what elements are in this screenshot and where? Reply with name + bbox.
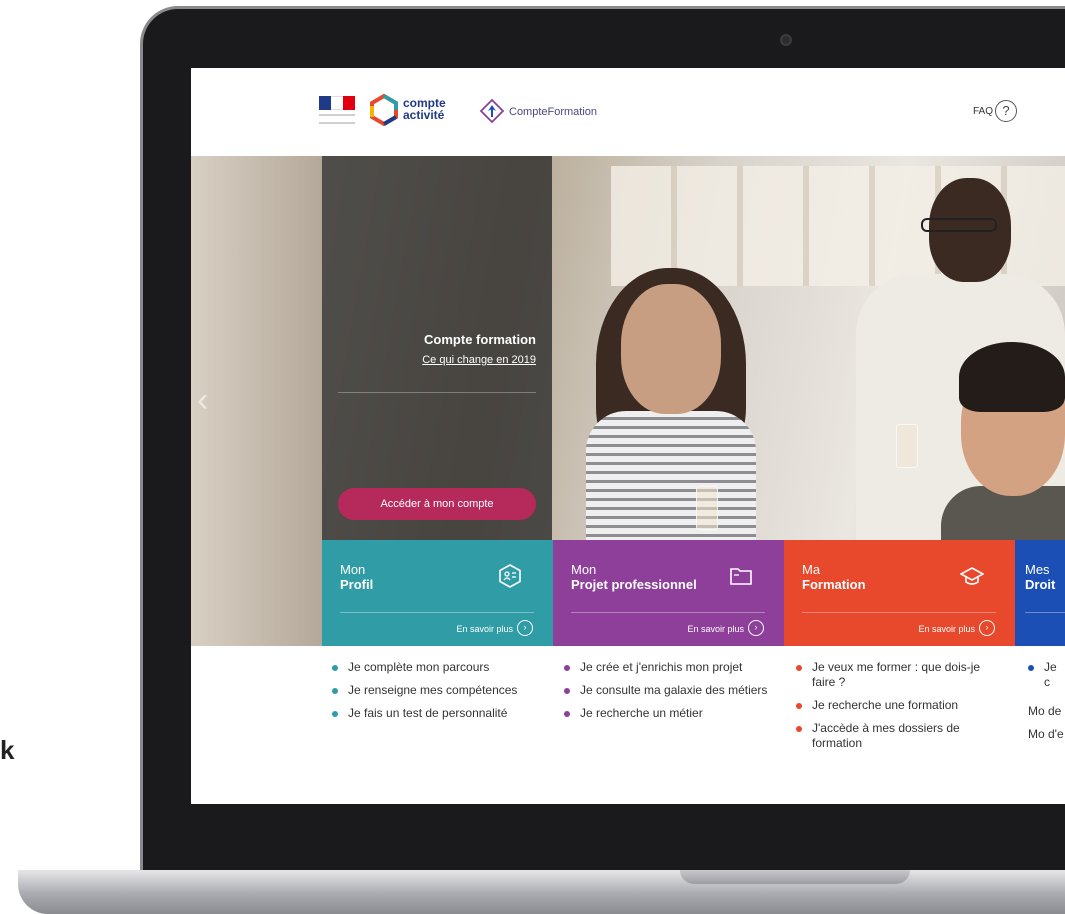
tile-divider	[571, 612, 765, 613]
feature-tiles: Mon Profil En savoir plus › Mon Projet p…	[322, 540, 1065, 646]
tile-more-link[interactable]: En savoir plus	[687, 624, 744, 634]
compte-activite-logo[interactable]: compte activité	[403, 97, 471, 121]
graduation-cap-icon	[960, 567, 984, 585]
list-projet: Je crée et j'enrichis mon projet Je cons…	[564, 660, 774, 729]
chevron-right-circle-icon[interactable]: ›	[748, 620, 764, 636]
hero-title: Compte formation	[424, 332, 536, 347]
tile-mes-droits[interactable]: Mes Droit	[1015, 540, 1065, 646]
laptop-screen: compte activité CompteFormation FAQ ? ‹ …	[191, 68, 1065, 804]
list-item[interactable]: Je crée et j'enrichis mon projet	[564, 660, 774, 675]
list-item[interactable]: Je c	[1028, 660, 1065, 690]
laptop-base-notch	[680, 870, 910, 884]
side-text-fragment: k	[0, 735, 15, 765]
bullet-dot-icon	[796, 703, 802, 709]
list-item[interactable]: Je consulte ma galaxie des métiers	[564, 683, 774, 698]
bullet-dot-icon	[796, 726, 802, 732]
hero-news-link[interactable]: Ce qui change en 2019	[322, 354, 536, 366]
chevron-right-circle-icon[interactable]: ›	[979, 620, 995, 636]
bullet-dot-icon	[796, 665, 802, 671]
carousel-prev-arrow-icon[interactable]: ‹	[197, 381, 208, 420]
tile-more-link[interactable]: En savoir plus	[456, 624, 513, 634]
list-item[interactable]: Je recherche une formation	[796, 698, 1006, 713]
tile-title: Formation	[802, 577, 866, 592]
bullet-dot-icon	[564, 711, 570, 717]
republique-text-lines	[319, 114, 355, 124]
list-plain-item[interactable]: Mo de	[1028, 704, 1065, 719]
laptop-photo: k compte activité CompteFormation FAQ ? …	[0, 0, 1065, 914]
hero-info-panel: Compte formation Ce qui change en 2019 A…	[322, 156, 552, 544]
faq-link[interactable]: FAQ	[973, 106, 993, 117]
list-droits: Je c Mo de Mo d'e	[1028, 660, 1065, 750]
man-glasses	[921, 218, 997, 232]
bullet-dot-icon	[332, 688, 338, 694]
bullet-dot-icon	[332, 711, 338, 717]
woman-glass	[696, 486, 718, 530]
tile-divider	[1025, 612, 1065, 613]
list-item[interactable]: Je recherche un métier	[564, 706, 774, 721]
compte-formation-diamond-icon	[479, 98, 505, 124]
list-item[interactable]: Je complète mon parcours	[332, 660, 542, 675]
folder-icon	[730, 568, 752, 585]
woman-face	[621, 284, 721, 414]
bullet-dot-icon	[564, 665, 570, 671]
tile-kicker: Mon	[340, 562, 366, 577]
quick-links-lists: Je complète mon parcours Je renseigne me…	[322, 646, 1065, 804]
french-flag-icon	[319, 96, 355, 110]
webcam	[780, 34, 792, 46]
bullet-dot-icon	[564, 688, 570, 694]
compte-activite-hexagon-icon	[370, 94, 398, 126]
tile-ma-formation[interactable]: Ma Formation En savoir plus ›	[784, 540, 1015, 646]
bullet-dot-icon	[1028, 665, 1034, 671]
hero-panel-divider	[338, 392, 536, 393]
list-item[interactable]: Je fais un test de personnalité	[332, 706, 542, 721]
tile-divider	[802, 612, 996, 613]
tile-projet-professionnel[interactable]: Mon Projet professionnel En savoir plus …	[553, 540, 784, 646]
list-item[interactable]: Je veux me former : que dois-je faire ?	[796, 660, 1006, 690]
access-account-button[interactable]: Accéder à mon compte	[338, 488, 536, 520]
man-glass	[896, 424, 918, 468]
tile-divider	[340, 612, 534, 613]
tile-title: Projet professionnel	[571, 577, 697, 592]
list-item[interactable]: Je renseigne mes compétences	[332, 683, 542, 698]
list-plain-item[interactable]: Mo d'e	[1028, 727, 1065, 742]
compte-formation-logo[interactable]: CompteFormation	[509, 106, 597, 118]
help-question-icon[interactable]: ?	[995, 100, 1017, 122]
hero-left-photo	[191, 156, 322, 646]
republique-francaise-logo[interactable]	[319, 96, 361, 130]
tile-mon-profil[interactable]: Mon Profil En savoir plus ›	[322, 540, 553, 646]
list-item[interactable]: J'accède à mes dossiers de formation	[796, 721, 1006, 751]
profile-card-icon	[499, 564, 521, 588]
list-profil: Je complète mon parcours Je renseigne me…	[332, 660, 542, 729]
site-header: compte activité CompteFormation FAQ ?	[191, 68, 1065, 156]
seated-man-hair	[959, 342, 1065, 412]
chevron-right-circle-icon[interactable]: ›	[517, 620, 533, 636]
tile-title: Profil	[340, 577, 374, 592]
tile-kicker: Mes	[1025, 562, 1050, 577]
list-formation: Je veux me former : que dois-je faire ? …	[796, 660, 1006, 759]
tile-kicker: Ma	[802, 562, 821, 577]
tile-more-link[interactable]: En savoir plus	[918, 624, 975, 634]
tile-title: Droit	[1025, 577, 1056, 592]
bullet-dot-icon	[332, 665, 338, 671]
tile-kicker: Mon	[571, 562, 597, 577]
